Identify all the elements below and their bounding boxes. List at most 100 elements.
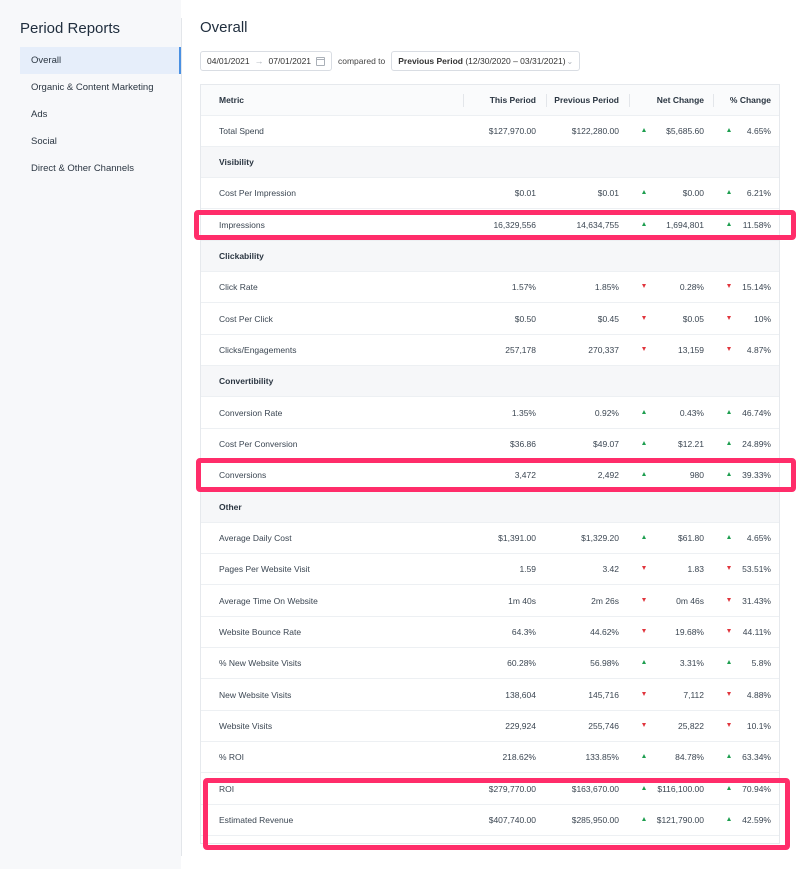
- this-period-value: 257,178: [505, 345, 536, 355]
- table-row: Average Daily Cost $1,391.00 $1,329.20 $61.…: [201, 523, 779, 554]
- metric-label: Conversion Rate: [219, 408, 283, 418]
- sidebar-item-social[interactable]: Social: [20, 128, 181, 155]
- previous-period-value: 1.85%: [594, 282, 619, 292]
- trend-up-icon: [642, 128, 646, 132]
- trend-down-icon: [727, 723, 731, 727]
- net-change-value: $0.05: [682, 314, 704, 324]
- sidebar-item-ads[interactable]: Ads: [20, 101, 181, 128]
- previous-period-value: 3.42: [602, 564, 619, 574]
- trend-down-icon: [727, 284, 731, 288]
- net-change-value: $12.21: [678, 439, 704, 449]
- table-row: Pages Per Website Visit 1.59 3.42 1.83 53.51…: [201, 554, 779, 585]
- trend-up-icon: [727, 660, 731, 664]
- trend-down-icon: [642, 692, 646, 696]
- this-period-value: 60.28%: [507, 658, 536, 668]
- table-row: Cost Per Impression $0.01 $0.01 $0.00 6.21%: [201, 178, 779, 209]
- this-period-value: 1.57%: [511, 282, 536, 292]
- pct-change-value: 10%: [753, 314, 771, 324]
- metric-label: Click Rate: [219, 282, 258, 292]
- trend-up-icon: [642, 410, 646, 414]
- trend-down-icon: [727, 629, 731, 633]
- previous-period-value: 255,746: [588, 721, 619, 731]
- this-period-value: 64.3%: [511, 627, 536, 637]
- previous-period-value: $0.45: [597, 314, 619, 324]
- highlight-box-roi-revenue: [203, 778, 790, 850]
- pct-change-value: 63.34%: [742, 752, 771, 762]
- section-label: Convertibility: [219, 376, 274, 386]
- previous-period-value: 133.85%: [585, 752, 619, 762]
- net-change-value: $0.00: [682, 188, 704, 198]
- start-date: 04/01/2021: [207, 56, 250, 66]
- metric-label: Cost Per Click: [219, 314, 273, 324]
- trend-up-icon: [727, 535, 731, 539]
- net-change-value: 0.28%: [679, 282, 704, 292]
- trend-up-icon: [642, 441, 646, 445]
- sidebar-title: Period Reports: [20, 20, 121, 37]
- trend-down-icon: [727, 598, 731, 602]
- table-header: Metric This Period Previous Period Net C…: [201, 85, 779, 116]
- table-row: Clicks/Engagements 257,178 270,337 13,159 4.…: [201, 335, 779, 366]
- sidebar-item-overall[interactable]: Overall: [20, 47, 181, 74]
- metric-label: Total Spend: [219, 126, 264, 136]
- metric-label: Average Time On Website: [219, 596, 318, 606]
- table-row: Website Bounce Rate 64.3% 44.62% 19.68% 44.1…: [201, 617, 779, 648]
- table-row: Click Rate 1.57% 1.85% 0.28% 15.14%: [201, 272, 779, 303]
- filter-bar: 04/01/2021 → 07/01/2021 compared to Prev…: [200, 51, 581, 71]
- pct-change-value: 4.88%: [746, 690, 771, 700]
- highlight-box-conversions: [196, 458, 796, 492]
- previous-period-value: 56.98%: [590, 658, 619, 668]
- sidebar-nav: Overall Organic & Content Marketing Ads …: [20, 47, 181, 182]
- previous-period-value: $1,329.20: [581, 533, 619, 543]
- net-change-value: 19.68%: [675, 627, 704, 637]
- net-change-value: $5,685.60: [666, 126, 704, 136]
- this-period-value: $0.01: [514, 188, 536, 198]
- net-change-value: 1.83: [687, 564, 704, 574]
- metric-label: Pages Per Website Visit: [219, 564, 310, 574]
- sidebar: Period Reports Overall Organic & Content…: [0, 0, 181, 869]
- metric-label: Clicks/Engagements: [219, 345, 297, 355]
- net-change-value: 84.78%: [675, 752, 704, 762]
- trend-up-icon: [727, 410, 731, 414]
- trend-up-icon: [642, 754, 646, 758]
- section-header-row: Convertibility: [201, 366, 779, 397]
- this-period-value: $1,391.00: [498, 533, 536, 543]
- trend-down-icon: [727, 347, 731, 351]
- previous-period-value: $122,280.00: [571, 126, 619, 136]
- trend-down-icon: [642, 316, 646, 320]
- header-metric: Metric: [219, 95, 245, 105]
- pct-change-value: 4.87%: [746, 345, 771, 355]
- this-period-value: 218.62%: [502, 752, 536, 762]
- date-range-picker[interactable]: 04/01/2021 → 07/01/2021: [200, 51, 332, 71]
- trend-up-icon: [642, 660, 646, 664]
- comparison-period-select[interactable]: Previous Period (12/30/2020 – 03/31/2021…: [391, 51, 581, 71]
- this-period-value: $0.50: [514, 314, 536, 324]
- pct-change-value: 15.14%: [742, 282, 771, 292]
- trend-up-icon: [642, 535, 646, 539]
- trend-down-icon: [642, 347, 646, 351]
- trend-down-icon: [642, 566, 646, 570]
- arrow-right-icon: →: [254, 56, 264, 66]
- previous-period-value: $49.07: [593, 439, 619, 449]
- net-change-value: 0m 46s: [676, 596, 704, 606]
- header-divider: [546, 94, 547, 107]
- section-header-row: Visibility: [201, 147, 779, 178]
- pct-change-value: 6.21%: [746, 188, 771, 198]
- pct-change-value: 31.43%: [742, 596, 771, 606]
- sidebar-item-direct-other-channels[interactable]: Direct & Other Channels: [20, 155, 181, 182]
- trend-down-icon: [642, 284, 646, 288]
- table-row: Website Visits 229,924 255,746 25,822 10.1%: [201, 711, 779, 742]
- sidebar-item-organic-content-marketing[interactable]: Organic & Content Marketing: [20, 74, 181, 101]
- metric-label: Average Daily Cost: [219, 533, 292, 543]
- metric-label: Cost Per Conversion: [219, 439, 298, 449]
- header-divider: [629, 94, 630, 107]
- previous-period-value: $0.01: [597, 188, 619, 198]
- section-label: Visibility: [219, 157, 254, 167]
- header-this-period: This Period: [489, 95, 536, 105]
- trend-down-icon: [642, 723, 646, 727]
- net-change-value: $61.80: [678, 533, 704, 543]
- previous-period-value: 44.62%: [590, 627, 619, 637]
- trend-up-icon: [642, 190, 646, 194]
- end-date: 07/01/2021: [268, 56, 312, 66]
- trend-down-icon: [642, 629, 646, 633]
- this-period-value: $36.86: [510, 439, 536, 449]
